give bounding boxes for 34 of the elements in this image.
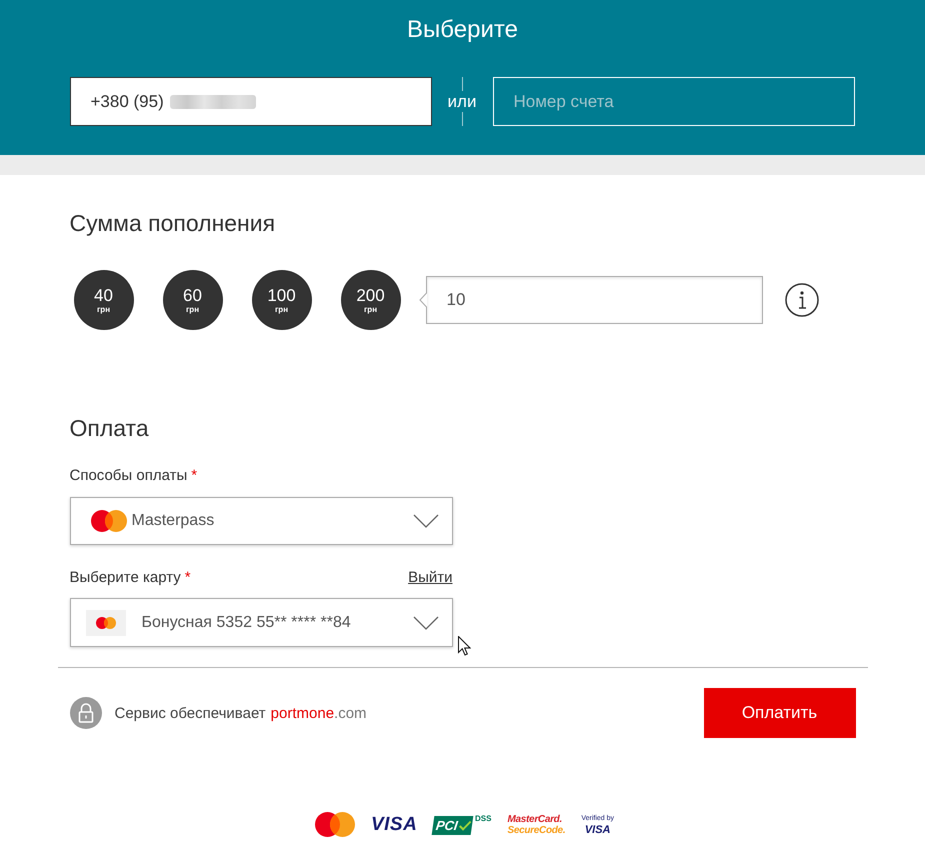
info-icon[interactable] xyxy=(784,283,818,317)
card-select[interactable]: Бонусная 5352 55** **** **84 xyxy=(70,598,452,647)
dss-label: DSS xyxy=(475,814,492,824)
lock-icon xyxy=(70,697,102,729)
overlapping-circles-icon xyxy=(90,510,126,532)
amount-preset-button[interactable]: 60 грн xyxy=(162,270,222,330)
service-text: Сервис обеспечивает xyxy=(114,704,266,722)
account-number-field[interactable]: Номер счета xyxy=(492,77,854,126)
portmone-link[interactable]: portmone.com xyxy=(270,704,367,722)
amount-preset-button[interactable]: 200 грн xyxy=(340,270,400,330)
section-title: Сумма пополнения xyxy=(70,209,276,237)
section-title: Оплата xyxy=(70,414,149,442)
field-label: Способы оплаты xyxy=(70,467,188,484)
visa-logo: VISA xyxy=(370,814,418,836)
card-thumbnail-icon xyxy=(86,610,126,636)
chevron-down-icon xyxy=(412,514,438,528)
required-mark: * xyxy=(184,569,191,586)
required-mark: * xyxy=(191,467,198,484)
overlapping-circles-icon xyxy=(314,812,355,837)
logout-link[interactable]: Выйти xyxy=(408,568,452,588)
amount-field[interactable]: 10 xyxy=(426,276,762,324)
phone-field[interactable]: +380 (95) xyxy=(70,77,432,126)
separator-text: или xyxy=(448,92,476,110)
pci-logo: PCI xyxy=(432,816,474,835)
payment-method-select[interactable]: Masterpass xyxy=(70,497,452,545)
amount-preset-button[interactable]: 100 грн xyxy=(252,270,312,330)
amount-preset-button[interactable]: 40 грн xyxy=(74,270,134,330)
mouse-cursor-icon xyxy=(458,636,470,656)
chevron-down-icon xyxy=(412,616,438,630)
field-label: Выберите карту xyxy=(70,569,181,586)
pointer-notch-icon xyxy=(418,292,426,308)
securecode-logo: MasterCard. SecureCode. xyxy=(507,814,566,836)
page-title: Выберите xyxy=(407,16,518,44)
pay-button[interactable]: Оплатить xyxy=(704,688,856,738)
